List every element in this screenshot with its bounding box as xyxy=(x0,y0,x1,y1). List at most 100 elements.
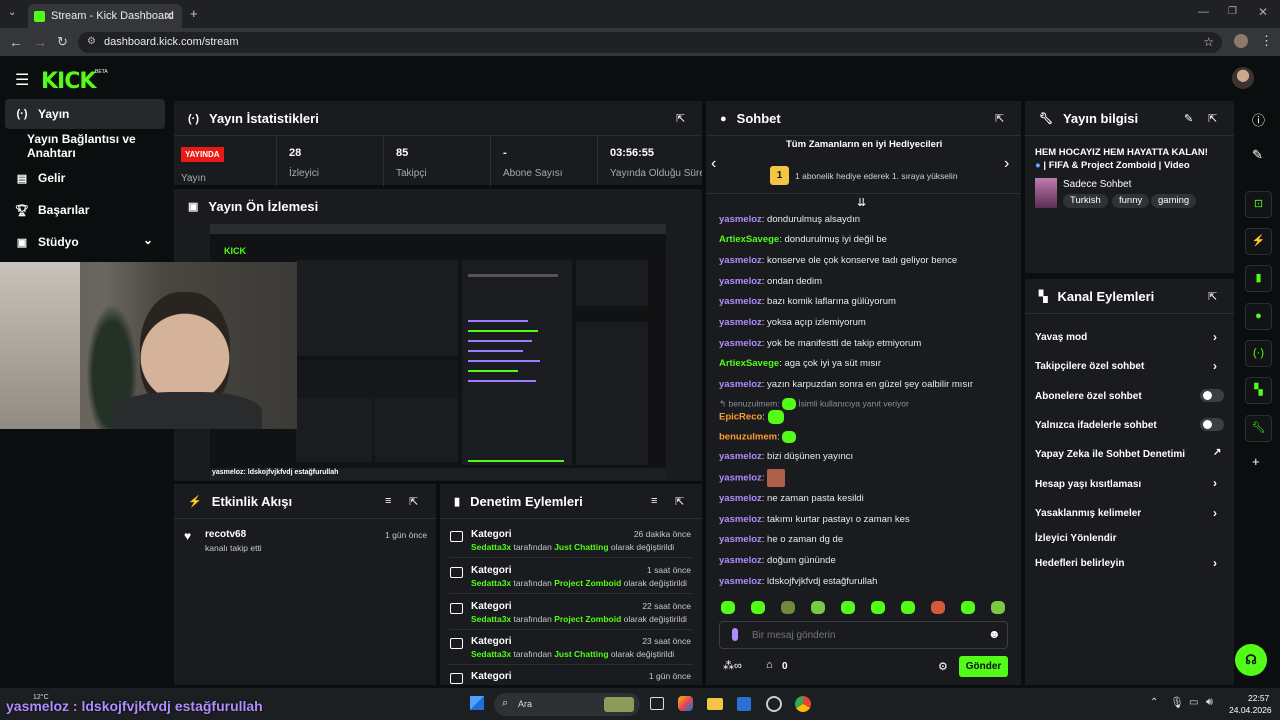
network-icon[interactable]: ▭ xyxy=(1189,697,1198,708)
site-info-icon[interactable]: ⚙ xyxy=(87,36,96,47)
emote-button[interactable] xyxy=(841,601,855,614)
points-icon[interactable]: ⁂∞ xyxy=(723,659,742,672)
microphone-icon[interactable] xyxy=(732,628,738,641)
chrome-icon[interactable] xyxy=(795,696,811,712)
chat-user[interactable]: yasmeloz xyxy=(719,555,762,566)
taskbar-search[interactable]: ⌕ Ara xyxy=(494,693,640,716)
new-tab-icon[interactable]: + xyxy=(190,6,198,21)
sidebar-item-gelir[interactable]: ▤ Gelir xyxy=(5,163,165,193)
clock-time[interactable]: 22:57 xyxy=(1248,693,1269,703)
store-icon[interactable] xyxy=(737,697,751,711)
action-ai-moderation[interactable]: Yapay Zeka ile Sohbet Denetimi xyxy=(1035,449,1185,460)
chevron-right-icon[interactable]: › xyxy=(1213,556,1217,570)
copilot-icon[interactable] xyxy=(678,696,693,711)
chat-user[interactable]: yasmeloz xyxy=(719,317,762,328)
chevron-right-icon[interactable]: › xyxy=(1213,476,1217,490)
emote-button[interactable] xyxy=(931,601,945,614)
minimize-icon[interactable]: — xyxy=(1198,6,1209,18)
emote-button[interactable] xyxy=(991,601,1005,614)
clock-date[interactable]: 24.04.2026 xyxy=(1229,705,1272,715)
chevron-right-icon[interactable]: › xyxy=(1213,359,1217,373)
rail-broadcast-icon[interactable]: (·) xyxy=(1245,340,1272,367)
rail-wrench-icon[interactable]: 🔧︎ xyxy=(1245,415,1272,442)
chat-user[interactable]: ArtiexSavege xyxy=(719,358,779,369)
rail-document-icon[interactable]: ▮ xyxy=(1245,265,1272,292)
sidebar-item-yayin[interactable]: (·) Yayın xyxy=(5,99,165,129)
emote-button[interactable] xyxy=(721,601,735,614)
chat-user[interactable]: yasmeloz xyxy=(719,379,762,390)
edit-icon[interactable]: ✎ xyxy=(1184,112,1193,125)
popout-icon[interactable]: ⇱ xyxy=(409,495,418,508)
popout-icon[interactable]: ⇱ xyxy=(676,112,685,125)
chat-user[interactable]: EpicReco xyxy=(719,412,762,423)
chat-user[interactable]: yasmeloz xyxy=(719,214,762,225)
store-icon[interactable]: ⌂ xyxy=(766,659,773,671)
sidebar-item-stream-key[interactable]: Yayın Bağlantısı ve Anahtarı xyxy=(5,131,165,161)
edit-icon[interactable]: ✎ xyxy=(1252,147,1263,163)
chat-user[interactable]: yasmeloz xyxy=(719,451,762,462)
category-thumbnail[interactable] xyxy=(1035,178,1057,208)
chat-user[interactable]: yasmeloz xyxy=(719,276,762,287)
rail-channel-icon[interactable]: ▚ xyxy=(1245,377,1272,404)
forward-icon[interactable]: → xyxy=(33,34,47,50)
chat-user[interactable]: benuzulmem xyxy=(719,432,777,443)
info-icon[interactable]: ⓘ xyxy=(1252,110,1265,129)
emote-button[interactable] xyxy=(901,601,915,614)
chat-user[interactable]: yasmeloz xyxy=(719,338,762,349)
tab-list-icon[interactable]: ⌄ xyxy=(8,7,16,18)
chevron-right-icon[interactable]: › xyxy=(1213,506,1217,520)
user-avatar[interactable] xyxy=(1232,67,1254,89)
action-raid[interactable]: İzleyici Yönlendir xyxy=(1035,533,1117,544)
subscribers-only-toggle[interactable] xyxy=(1200,389,1224,402)
action-emotes-only[interactable]: Yalnızca ifadelerle sohbet xyxy=(1035,420,1157,431)
file-explorer-icon[interactable] xyxy=(707,698,723,710)
windows-start-icon[interactable] xyxy=(470,696,484,710)
emotes-only-toggle[interactable] xyxy=(1200,418,1224,431)
external-link-icon[interactable]: ↗ xyxy=(1213,447,1221,458)
activity-user[interactable]: recotv68 xyxy=(205,529,246,540)
volume-icon[interactable]: 🔊︎ xyxy=(1206,696,1213,709)
emote-button[interactable] xyxy=(871,601,885,614)
bookmark-star-icon[interactable]: ☆ xyxy=(1203,35,1214,49)
pinned-arrow-icon[interactable]: ⇊ xyxy=(857,196,866,209)
task-view-icon[interactable] xyxy=(650,697,664,710)
add-widget-icon[interactable]: + xyxy=(1252,454,1260,469)
action-followers-only[interactable]: Takipçilere özel sohbet xyxy=(1035,361,1144,372)
reload-icon[interactable]: ↻ xyxy=(57,34,68,50)
action-goals[interactable]: Hedefleri belirleyin xyxy=(1035,558,1124,569)
chat-user[interactable]: yasmeloz xyxy=(719,576,762,587)
chevron-right-icon[interactable]: › xyxy=(1004,155,1009,173)
hamburger-menu-icon[interactable]: ☰ xyxy=(15,70,29,90)
emote-button[interactable] xyxy=(811,601,825,614)
filter-icon[interactable]: ≡ xyxy=(651,495,657,507)
chevron-down-icon[interactable]: ⌄ xyxy=(143,233,153,247)
action-account-age[interactable]: Hesap yaşı kısıtlaması xyxy=(1035,479,1141,490)
action-banned-words[interactable]: Yasaklanmış kelimeler xyxy=(1035,508,1141,519)
tray-overflow-icon[interactable]: ⌃ xyxy=(1150,697,1158,708)
chevron-left-icon[interactable]: ‹ xyxy=(711,155,716,173)
popout-icon[interactable]: ⇱ xyxy=(675,495,684,508)
rail-chat-icon[interactable]: ● xyxy=(1245,303,1272,330)
chat-input-box[interactable]: ☻ xyxy=(719,621,1008,649)
popout-icon[interactable]: ⇱ xyxy=(995,112,1004,125)
rail-focus-icon[interactable]: ⊡ xyxy=(1245,191,1272,218)
emoji-icon[interactable]: ☻ xyxy=(988,627,1001,641)
rail-lightning-icon[interactable]: ⚡ xyxy=(1245,228,1272,255)
maximize-icon[interactable]: ❐ xyxy=(1228,6,1237,17)
obs-icon[interactable] xyxy=(766,696,782,712)
tag[interactable]: gaming xyxy=(1151,194,1197,208)
chat-user[interactable]: ArtiexSavege xyxy=(719,234,779,245)
popout-icon[interactable]: ⇱ xyxy=(1208,112,1217,125)
tag[interactable]: funny xyxy=(1112,194,1150,208)
browser-tab[interactable]: Stream - Kick Dashboard ✕ xyxy=(28,4,182,28)
tag[interactable]: Turkish xyxy=(1063,194,1108,208)
profile-avatar-icon[interactable] xyxy=(1234,34,1248,48)
chat-user[interactable]: yasmeloz xyxy=(719,534,762,545)
chat-input[interactable] xyxy=(752,628,972,642)
emote-button[interactable] xyxy=(751,601,765,614)
url-field[interactable]: ⚙ dashboard.kick.com/stream ☆ xyxy=(78,32,1222,53)
chat-settings-icon[interactable]: ⚙ xyxy=(938,660,948,673)
send-button[interactable]: Gönder xyxy=(959,656,1008,677)
chat-user[interactable]: yasmeloz xyxy=(719,473,762,484)
action-slow-mode[interactable]: Yavaş mod xyxy=(1035,332,1087,343)
